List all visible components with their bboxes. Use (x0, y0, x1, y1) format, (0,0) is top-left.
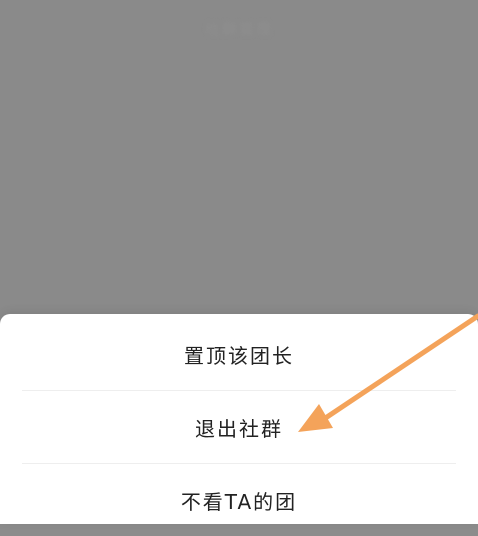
menu-item-exit-community[interactable]: 退出社群 (22, 391, 456, 464)
backdrop-page-title: 社群管理 (204, 20, 273, 38)
menu-item-hide-groups[interactable]: 不看TA的团 (22, 464, 456, 536)
menu-item-pin-leader[interactable]: 置顶该团长 (22, 318, 456, 391)
action-sheet: 置顶该团长 退出社群 不看TA的团 (0, 314, 478, 524)
